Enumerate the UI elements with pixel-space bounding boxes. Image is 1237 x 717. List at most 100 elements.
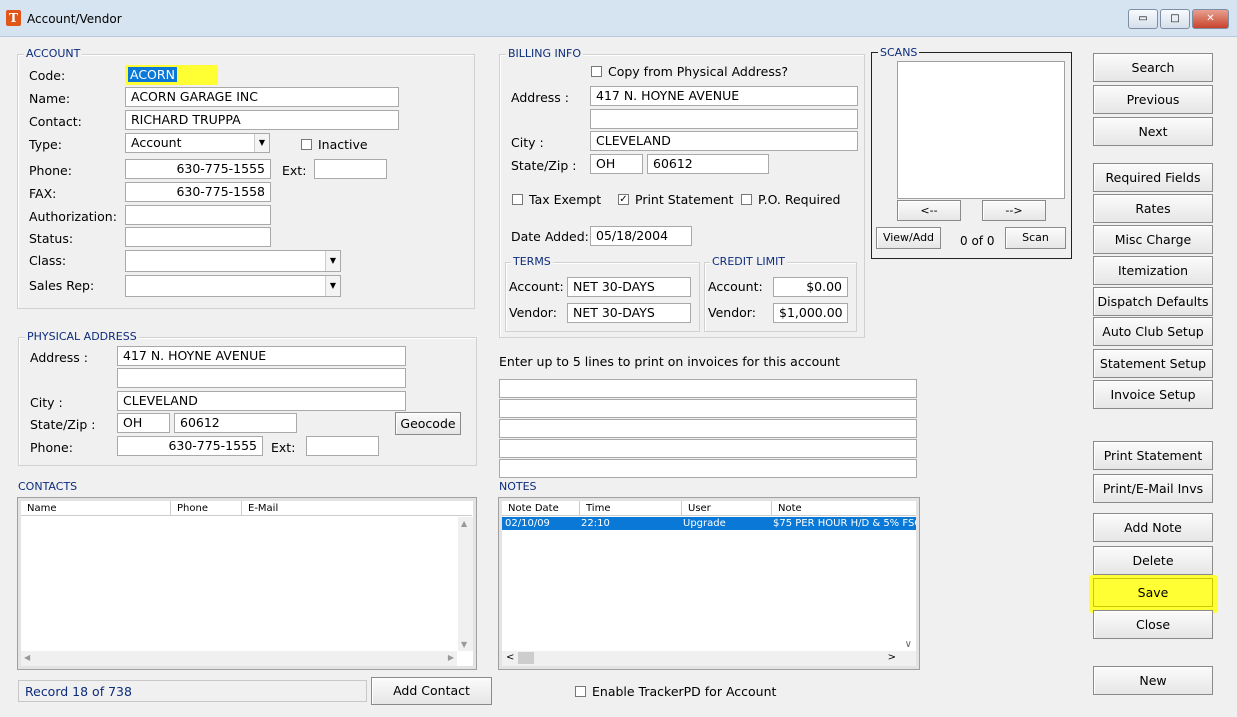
ext-field[interactable]	[314, 159, 387, 179]
terms-vendor-field[interactable]: NET 30-DAYS	[567, 303, 691, 323]
required-fields-button[interactable]: Required Fields	[1093, 163, 1213, 192]
print-statement-button[interactable]: Print Statement	[1093, 441, 1213, 470]
credit-account-field[interactable]: $0.00	[773, 277, 848, 297]
minimize-button[interactable]: ▭	[1128, 9, 1158, 29]
status-field[interactable]	[125, 227, 271, 247]
tax-exempt-checkbox[interactable]	[512, 194, 523, 205]
contact-field[interactable]: RICHARD TRUPPA	[125, 110, 399, 130]
invoice-line-1[interactable]	[499, 379, 917, 398]
sales-rep-label: Sales Rep:	[29, 278, 95, 293]
rates-button[interactable]: Rates	[1093, 194, 1213, 223]
physical-phone-field[interactable]: 630-775-1555	[117, 436, 263, 456]
notes-scroll-down-icon[interactable]: ∨	[905, 639, 912, 650]
invoice-line-2[interactable]	[499, 399, 917, 418]
po-required-checkbox[interactable]	[741, 194, 752, 205]
invoice-line-3[interactable]	[499, 419, 917, 438]
physical-address-label: PHYSICAL ADDRESS	[25, 330, 139, 343]
fax-field[interactable]: 630-775-1558	[125, 182, 271, 202]
notes-col-time[interactable]: Time	[580, 501, 682, 516]
print-email-invs-button[interactable]: Print/E-Mail Invs	[1093, 474, 1213, 503]
physical-zip-field[interactable]: 60612	[174, 413, 297, 433]
scroll-down-icon[interactable]: ▼	[461, 640, 467, 649]
type-select[interactable]: Account ▼	[125, 133, 270, 153]
inactive-checkbox[interactable]	[301, 139, 312, 150]
chevron-down-icon[interactable]: ▼	[325, 251, 340, 271]
statement-setup-button[interactable]: Statement Setup	[1093, 349, 1213, 378]
next-button[interactable]: Next	[1093, 117, 1213, 146]
geocode-button[interactable]: Geocode	[395, 412, 461, 435]
search-button[interactable]: Search	[1093, 53, 1213, 82]
sales-rep-select[interactable]: ▼	[125, 275, 341, 297]
copy-from-physical-checkbox[interactable]	[591, 66, 602, 77]
contacts-col-phone[interactable]: Phone	[171, 501, 242, 516]
scans-label: SCANS	[878, 46, 920, 59]
scroll-left-icon[interactable]: ◀	[24, 653, 30, 662]
billing-address1-field[interactable]: 417 N. HOYNE AVENUE	[590, 86, 858, 106]
notes-col-date[interactable]: Note Date	[502, 501, 580, 516]
physical-state-field[interactable]: OH	[117, 413, 170, 433]
status-label: Status:	[29, 231, 74, 246]
close-window-button[interactable]: ✕	[1192, 9, 1229, 29]
credit-vendor-field[interactable]: $1,000.00	[773, 303, 848, 323]
delete-button[interactable]: Delete	[1093, 546, 1213, 575]
name-field[interactable]: ACORN GARAGE INC	[125, 87, 399, 107]
authorization-field[interactable]	[125, 205, 271, 225]
save-button[interactable]: Save	[1093, 578, 1213, 607]
terms-account-field[interactable]: NET 30-DAYS	[567, 277, 691, 297]
notes-hscrollbar[interactable]: < >	[502, 651, 916, 666]
notes-list[interactable]: Note Date Time User Note 02/10/09 22:10 …	[498, 497, 920, 670]
name-label: Name:	[29, 91, 71, 106]
billing-zip-field[interactable]: 60612	[647, 154, 769, 174]
physical-city-label: City :	[30, 395, 63, 410]
scroll-right-icon[interactable]: ▶	[448, 653, 454, 662]
contacts-col-email[interactable]: E-Mail	[242, 501, 472, 516]
maximize-button[interactable]: □	[1160, 9, 1190, 29]
scroll-up-icon[interactable]: ▲	[461, 519, 467, 528]
add-note-button[interactable]: Add Note	[1093, 513, 1213, 542]
dispatch-defaults-button[interactable]: Dispatch Defaults	[1093, 287, 1213, 316]
enable-trackerpd-checkbox[interactable]	[575, 686, 586, 697]
billing-city-field[interactable]: CLEVELAND	[590, 131, 858, 151]
notes-scroll-thumb[interactable]	[518, 652, 534, 664]
contacts-hscrollbar[interactable]: ◀ ▶	[21, 651, 457, 666]
misc-charge-button[interactable]: Misc Charge	[1093, 225, 1213, 254]
invoice-lines-label: Enter up to 5 lines to print on invoices…	[499, 354, 840, 369]
invoice-setup-button[interactable]: Invoice Setup	[1093, 380, 1213, 409]
add-contact-button[interactable]: Add Contact	[371, 677, 492, 705]
chevron-down-icon[interactable]: ▼	[325, 276, 340, 296]
close-button[interactable]: Close	[1093, 610, 1213, 639]
physical-address1-field[interactable]: 417 N. HOYNE AVENUE	[117, 346, 406, 366]
invoice-line-5[interactable]	[499, 459, 917, 478]
date-added-label: Date Added:	[511, 229, 589, 244]
print-statement-checkbox[interactable]: ✓	[618, 194, 629, 205]
chevron-down-icon[interactable]: ▼	[254, 134, 269, 152]
scan-prev-button[interactable]: <--	[897, 200, 961, 221]
invoice-line-4[interactable]	[499, 439, 917, 458]
phone-field[interactable]: 630-775-1555	[125, 159, 271, 179]
view-add-button[interactable]: View/Add	[876, 227, 941, 249]
class-select[interactable]: ▼	[125, 250, 341, 272]
notes-col-user[interactable]: User	[682, 501, 772, 516]
itemization-button[interactable]: Itemization	[1093, 256, 1213, 285]
billing-address2-field[interactable]	[590, 109, 858, 129]
new-button[interactable]: New	[1093, 666, 1213, 695]
scan-button[interactable]: Scan	[1005, 227, 1066, 249]
contacts-vscrollbar[interactable]: ▲ ▼	[458, 517, 473, 651]
physical-address2-field[interactable]	[117, 368, 406, 388]
physical-ext-field[interactable]	[306, 436, 379, 456]
contacts-list[interactable]: Name Phone E-Mail ▲ ▼ ◀ ▶	[17, 497, 477, 670]
auto-club-setup-button[interactable]: Auto Club Setup	[1093, 317, 1213, 346]
date-added-field[interactable]: 05/18/2004	[590, 226, 692, 246]
note-time: 22:10	[581, 518, 610, 529]
billing-state-field[interactable]: OH	[590, 154, 643, 174]
scan-next-button[interactable]: -->	[982, 200, 1046, 221]
physical-city-field[interactable]: CLEVELAND	[117, 391, 406, 411]
notes-col-note[interactable]: Note	[772, 501, 916, 516]
notes-scroll-right-icon[interactable]: >	[888, 652, 896, 663]
code-field[interactable]: ACORN	[125, 65, 218, 85]
previous-button[interactable]: Previous	[1093, 85, 1213, 114]
notes-row[interactable]: 02/10/09 22:10 Upgrade $75 PER HOUR H/D …	[502, 517, 916, 530]
notes-scroll-left-icon[interactable]: <	[506, 652, 514, 663]
record-status-bar: Record 18 of 738	[18, 680, 367, 702]
contacts-col-name[interactable]: Name	[21, 501, 171, 516]
